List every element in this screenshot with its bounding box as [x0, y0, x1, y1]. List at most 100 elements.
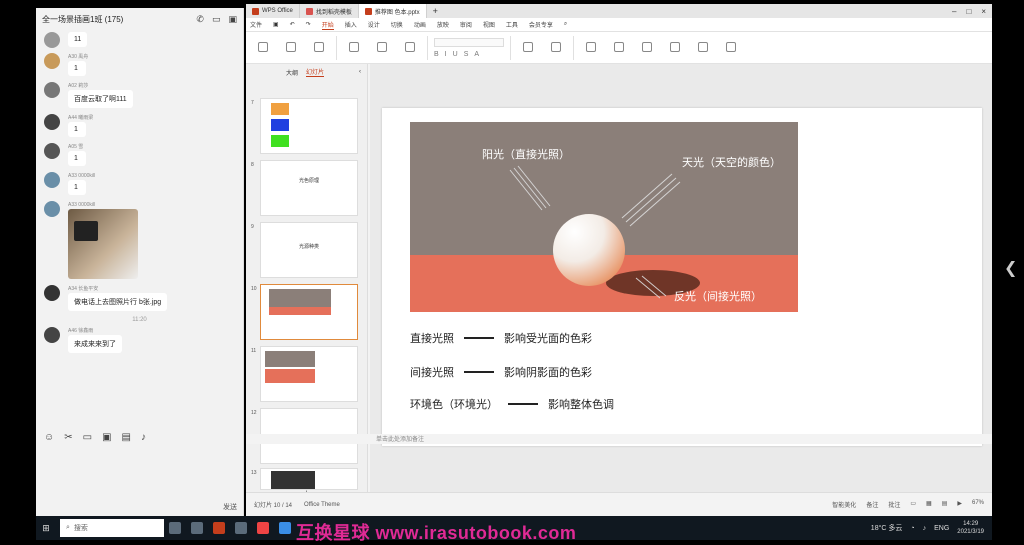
section-button[interactable]	[399, 41, 421, 54]
add-tab-icon[interactable]: +	[427, 6, 444, 16]
menu-slideshow[interactable]: 放映	[437, 20, 449, 29]
avatar[interactable]	[44, 143, 60, 159]
slide-thumbnail-7[interactable]	[260, 98, 358, 154]
sorter-view-icon[interactable]: ▦	[926, 500, 932, 509]
play-icon[interactable]: ▶	[957, 500, 962, 509]
format-painter-button[interactable]	[308, 41, 330, 54]
slide-thumbnail-8[interactable]: 光色原理	[260, 160, 358, 216]
menu-animation[interactable]: 动画	[414, 20, 426, 29]
screen-share-icon[interactable]: ▣	[228, 14, 237, 25]
tab-document[interactable]: 推荐图 色本.pptx	[358, 4, 427, 18]
maximize-icon[interactable]: □	[966, 7, 971, 16]
tab-template[interactable]: 找到稻壳模板	[300, 4, 359, 18]
shape-button[interactable]	[580, 41, 602, 54]
list-button[interactable]	[545, 41, 567, 54]
message-list[interactable]: 11 A30 禹舟 1 A02 莉莎 百度云取了啊111 A44 曦雨梁 1 A…	[36, 30, 243, 428]
app-icon[interactable]	[169, 522, 181, 534]
avatar[interactable]	[44, 327, 60, 343]
replace-button[interactable]	[720, 41, 742, 54]
lighting-photo[interactable]: 阳光（直接光照） 天光（天空的颜色） 反光（间接光照）	[410, 122, 798, 312]
screenshot-icon[interactable]: ▤	[122, 432, 131, 443]
tab-slides[interactable]: 幻灯片	[306, 67, 325, 77]
text-row-ambient[interactable]: 环境色（环境光） 影响整体色调	[410, 396, 614, 412]
underline-icon[interactable]: U	[453, 51, 458, 58]
microphone-icon[interactable]: ♪	[141, 432, 146, 443]
avatar[interactable]	[44, 172, 60, 188]
tab-wps-home[interactable]: WPS Office	[246, 4, 300, 18]
scissors-icon[interactable]: ✂	[64, 432, 72, 443]
phone-icon[interactable]: ✆	[196, 14, 204, 25]
network-icon[interactable]: ◔	[910, 525, 914, 532]
menu-insert[interactable]: 插入	[345, 20, 357, 29]
emoji-icon[interactable]: ☺	[44, 432, 54, 443]
windows-start-icon[interactable]: ⊞	[36, 523, 56, 534]
folder-icon[interactable]: ▭	[83, 432, 92, 443]
menu-transition[interactable]: 切换	[391, 20, 403, 29]
taskbar-search[interactable]: ⌕ 搜索	[60, 519, 164, 537]
font-color-icon[interactable]: A	[474, 51, 479, 58]
menu-tools[interactable]: 工具	[506, 20, 518, 29]
chevron-left-icon[interactable]: ❮	[1004, 258, 1017, 278]
text-row-direct[interactable]: 直接光照 影响受光面的色彩	[410, 330, 592, 346]
cut-button[interactable]	[280, 41, 302, 54]
collapse-icon[interactable]: ‹	[359, 69, 361, 75]
avatar[interactable]	[44, 82, 60, 98]
slide-thumbnail-10[interactable]	[260, 284, 358, 340]
menu-view[interactable]: 视图	[483, 20, 495, 29]
menu-design[interactable]: 设计	[368, 20, 380, 29]
theme-name[interactable]: Office Theme	[304, 502, 340, 508]
app-icon[interactable]	[279, 522, 291, 534]
italic-icon[interactable]: I	[445, 51, 447, 58]
slide-thumbnail-9[interactable]: 光源种类	[260, 222, 358, 278]
arrange-button[interactable]	[664, 41, 686, 54]
layout-button[interactable]	[371, 41, 393, 54]
find-button[interactable]	[692, 41, 714, 54]
paste-button[interactable]	[252, 41, 274, 54]
image-icon[interactable]: ▣	[102, 432, 111, 443]
close-icon[interactable]: ×	[981, 7, 986, 16]
weather[interactable]: 18°C 多云	[871, 523, 903, 533]
current-slide[interactable]: 阳光（直接光照） 天光（天空的颜色） 反光（间接光照） 直接光照 影响受光面的色…	[382, 108, 982, 446]
label-skylight[interactable]: 天光（天空的颜色）	[682, 154, 781, 170]
avatar[interactable]	[44, 285, 60, 301]
bold-icon[interactable]: B	[434, 51, 439, 58]
undo-icon[interactable]: ↶	[290, 21, 295, 28]
video-icon[interactable]: ▭	[212, 14, 221, 25]
strikethrough-icon[interactable]: S	[464, 51, 469, 58]
avatar[interactable]	[44, 53, 60, 69]
volume-icon[interactable]: ♪	[923, 525, 927, 532]
avatar[interactable]	[44, 201, 60, 217]
app-icon[interactable]	[257, 522, 269, 534]
send-button[interactable]: 发送	[223, 502, 237, 512]
chat-input[interactable]: 发送	[36, 448, 243, 516]
menu-file[interactable]: 文件	[250, 20, 262, 29]
minimize-icon[interactable]: –	[952, 7, 956, 16]
notes-toggle[interactable]: 备注	[866, 500, 878, 509]
normal-view-icon[interactable]: ▭	[910, 500, 916, 509]
notes-area[interactable]: 单击此处添加备注	[246, 434, 992, 444]
text-row-indirect[interactable]: 间接光照 影响阴影面的色彩	[410, 364, 592, 380]
textbox-button[interactable]	[636, 41, 658, 54]
avatar[interactable]	[44, 114, 60, 130]
smart-beauty-button[interactable]: 智能美化	[832, 500, 856, 509]
paragraph-button[interactable]	[517, 41, 539, 54]
slide-thumbnail-13[interactable]	[260, 468, 358, 490]
task-view-icon[interactable]	[191, 522, 203, 534]
comments-toggle[interactable]: 批注	[888, 500, 900, 509]
slide-thumbnail-11[interactable]	[260, 346, 358, 402]
label-bounce-light[interactable]: 反光（间接光照）	[674, 288, 762, 304]
search-icon[interactable]: ⌕	[564, 21, 567, 28]
clock[interactable]: 14:29 2021/3/19	[957, 520, 984, 536]
app-icon[interactable]	[213, 522, 225, 534]
new-slide-button[interactable]	[343, 41, 365, 54]
reading-view-icon[interactable]: ▤	[942, 500, 948, 509]
avatar[interactable]	[44, 32, 60, 48]
label-sunlight[interactable]: 阳光（直接光照）	[482, 146, 570, 162]
app-icon[interactable]	[235, 522, 247, 534]
image-message[interactable]	[68, 209, 138, 279]
language[interactable]: ENG	[934, 525, 949, 532]
menu-member[interactable]: 会员专享	[529, 20, 553, 29]
zoom-level[interactable]: 67%	[972, 500, 984, 509]
font-family-select[interactable]	[434, 37, 504, 47]
menu-home[interactable]: 开始	[321, 20, 334, 30]
